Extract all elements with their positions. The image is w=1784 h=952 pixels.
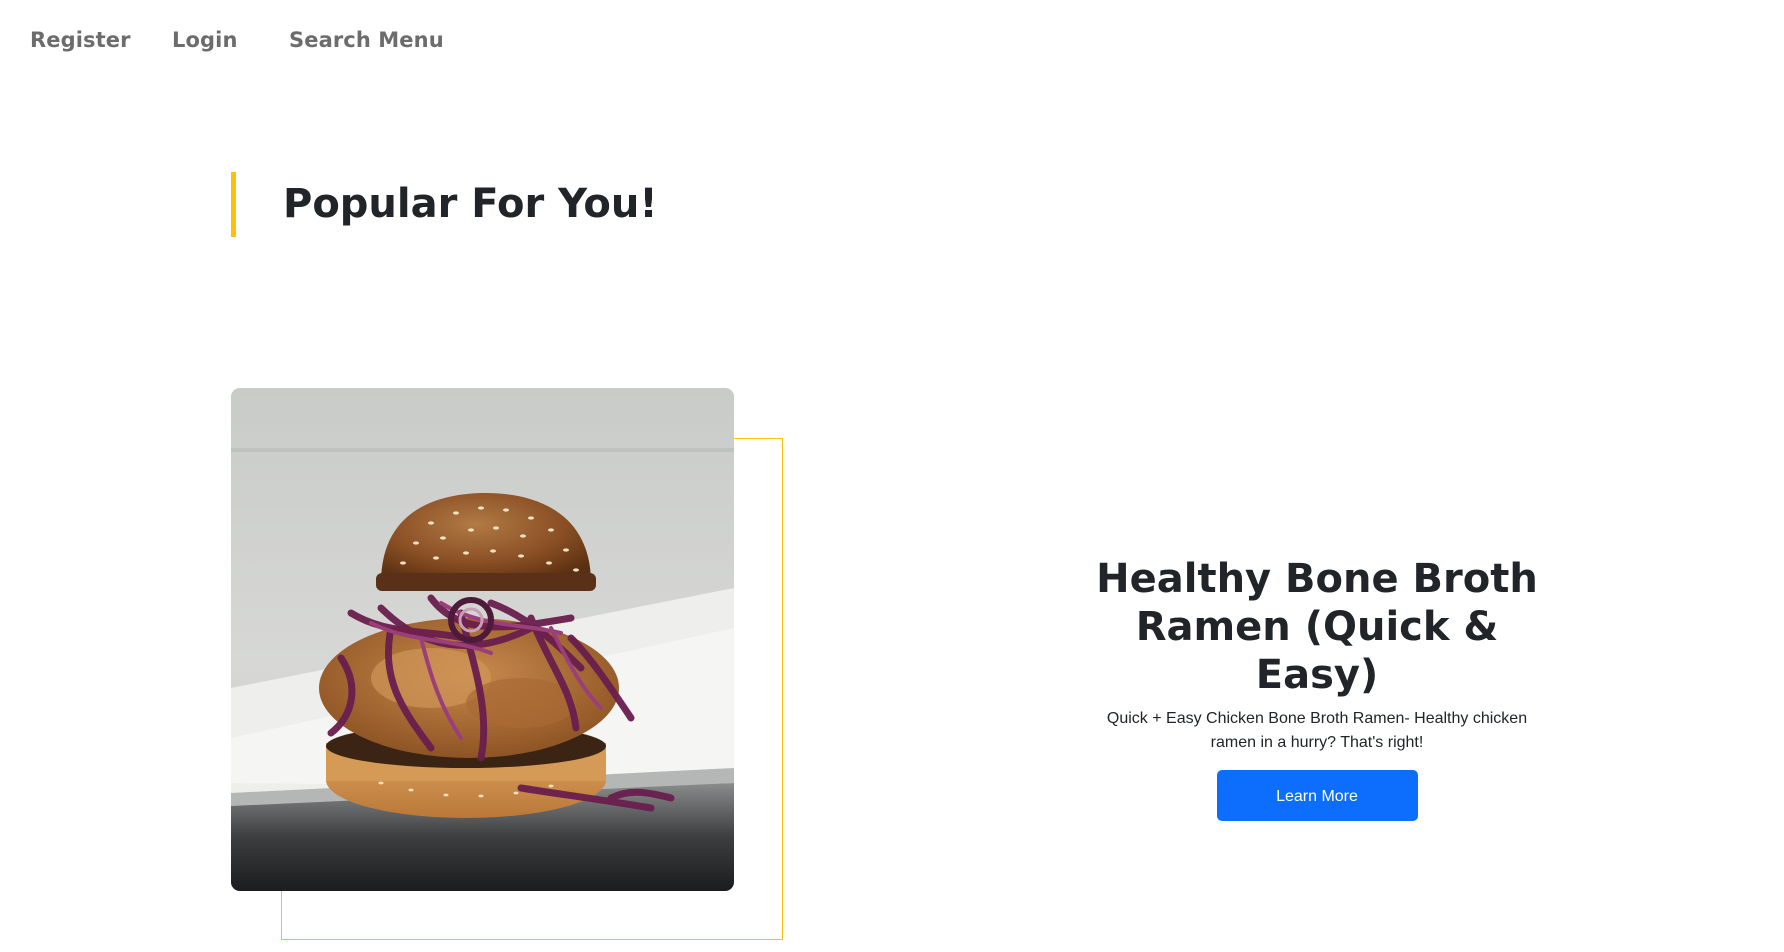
nav-search-menu-link[interactable]: Search Menu xyxy=(289,28,444,52)
top-nav: Register Login Search Menu xyxy=(0,0,1784,84)
learn-more-button[interactable]: Learn More xyxy=(1216,770,1418,821)
featured-food-image xyxy=(231,388,734,891)
recipe-description: Quick + Easy Chicken Bone Broth Ramen- H… xyxy=(1106,710,1528,751)
nav-login-link[interactable]: Login xyxy=(172,28,238,52)
section-heading: Popular For You! xyxy=(231,172,658,237)
recipe-title: Healthy Bone Broth Ramen (Quick & Easy) xyxy=(1096,556,1538,698)
nav-register-link[interactable]: Register xyxy=(30,28,131,52)
section-title: Popular For You! xyxy=(283,181,658,227)
featured-recipe: Healthy Bone Broth Ramen (Quick & Easy) … xyxy=(1070,555,1564,821)
